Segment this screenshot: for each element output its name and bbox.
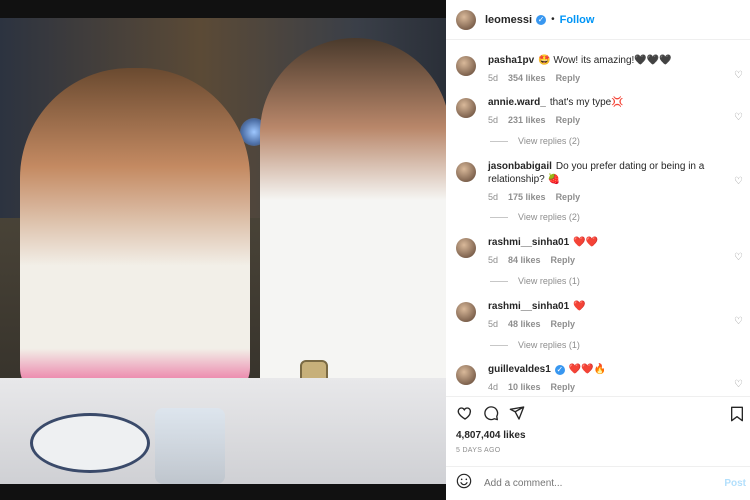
comment-text: ❤️❤️🔥	[568, 364, 607, 375]
comment-text: ❤️❤️	[573, 237, 599, 248]
commenter-avatar[interactable]	[456, 56, 476, 76]
comment-bubble-icon[interactable]	[482, 404, 500, 422]
comment-age: 5d	[488, 255, 499, 265]
post-comment-button[interactable]: Post	[724, 478, 746, 489]
verified-badge-icon: ✓	[554, 365, 565, 375]
share-send-icon[interactable]	[508, 404, 526, 422]
like-comment-heart-icon[interactable]: ♡	[734, 379, 744, 390]
comment-item: rashmi__sinha01 ❤️❤️ 5d 84 likes Reply ♡	[456, 236, 746, 265]
post-actions-bar	[446, 396, 750, 428]
comment-item: rashmi__sinha01 ❤️ 5d 48 likes Reply ♡	[456, 300, 746, 329]
add-comment-bar: Post	[446, 466, 750, 500]
photo-man	[260, 38, 446, 398]
comment-age: 5d	[488, 192, 499, 202]
comment-age: 5d	[488, 115, 499, 125]
separator-dot: •	[551, 14, 555, 25]
comments-list[interactable]: pasha1pv 🤩 Wow! its amazing!🖤🖤🖤 5d 354 lik…	[446, 40, 750, 395]
comment-age: 5d	[488, 73, 499, 83]
view-replies-link[interactable]: View replies (2)	[490, 212, 580, 222]
commenter-username[interactable]: pasha1pv	[488, 55, 534, 66]
commenter-username[interactable]: annie.ward_	[488, 97, 546, 108]
photo-woman	[20, 68, 250, 398]
emoji-smiley-icon[interactable]	[456, 473, 472, 494]
view-replies-link[interactable]: View replies (1)	[490, 340, 580, 350]
commenter-username[interactable]: jasonbabigail	[488, 161, 552, 172]
comment-text: ❤️	[573, 301, 586, 312]
comment-age: 4d	[488, 382, 499, 392]
post-likes-count[interactable]: 4,807,404 likes	[456, 430, 526, 441]
post-header: leomessi ✓ • Follow	[446, 0, 750, 40]
bookmark-save-icon[interactable]	[728, 405, 746, 423]
comment-item: jasonbabigail Do you prefer dating or bei…	[456, 160, 746, 202]
like-comment-heart-icon[interactable]: ♡	[734, 316, 744, 327]
comment-likes[interactable]: 84 likes	[508, 255, 541, 265]
photo-glass	[155, 408, 225, 484]
like-comment-heart-icon[interactable]: ♡	[734, 70, 744, 81]
reply-button[interactable]: Reply	[551, 382, 576, 392]
commenter-avatar[interactable]	[456, 98, 476, 118]
reply-button[interactable]: Reply	[556, 115, 581, 125]
reply-button[interactable]: Reply	[551, 255, 576, 265]
comment-text: that's my type💢	[549, 97, 624, 108]
commenter-username[interactable]: guillevaldes1	[488, 364, 551, 375]
photo-plate	[30, 413, 150, 473]
post-side-panel: leomessi ✓ • Follow pasha1pv 🤩 Wow! its a…	[446, 0, 750, 500]
commenter-avatar[interactable]	[456, 238, 476, 258]
commenter-username[interactable]: rashmi__sinha01	[488, 301, 569, 312]
add-comment-input[interactable]	[484, 478, 750, 489]
commenter-avatar[interactable]	[456, 302, 476, 322]
comment-likes[interactable]: 48 likes	[508, 319, 541, 329]
reply-button[interactable]: Reply	[551, 319, 576, 329]
verified-badge-icon: ✓	[536, 14, 547, 25]
reply-button[interactable]: Reply	[556, 73, 581, 83]
commenter-avatar[interactable]	[456, 162, 476, 182]
comment-item: annie.ward_ that's my type💢 5d 231 likes Re…	[456, 96, 746, 125]
comment-likes[interactable]: 10 likes	[508, 382, 541, 392]
comment-likes[interactable]: 175 likes	[508, 192, 546, 202]
like-comment-heart-icon[interactable]: ♡	[734, 176, 744, 187]
like-comment-heart-icon[interactable]: ♡	[734, 112, 744, 123]
author-avatar[interactable]	[456, 9, 476, 30]
comment-text: 🤩 Wow! its amazing!🖤🖤🖤	[538, 55, 672, 66]
comment-item: guillevaldes1 ✓ ❤️❤️🔥 4d 10 likes Reply ♡	[456, 363, 746, 392]
follow-button[interactable]: Follow	[560, 14, 595, 26]
comment-likes[interactable]: 354 likes	[508, 73, 546, 83]
like-comment-heart-icon[interactable]: ♡	[734, 252, 744, 263]
comment-likes[interactable]: 231 likes	[508, 115, 546, 125]
like-heart-icon[interactable]	[456, 404, 474, 422]
post-photo[interactable]	[0, 18, 446, 484]
commenter-username[interactable]: rashmi__sinha01	[488, 237, 569, 248]
post-timestamp: 5 DAYS AGO	[456, 447, 501, 454]
comment-age: 5d	[488, 319, 499, 329]
commenter-avatar[interactable]	[456, 365, 476, 385]
view-replies-link[interactable]: View replies (1)	[490, 276, 580, 286]
reply-button[interactable]: Reply	[556, 192, 581, 202]
comment-item: pasha1pv 🤩 Wow! its amazing!🖤🖤🖤 5d 354 lik…	[456, 54, 746, 83]
author-username[interactable]: leomessi	[485, 14, 532, 26]
view-replies-link[interactable]: View replies (2)	[490, 136, 580, 146]
